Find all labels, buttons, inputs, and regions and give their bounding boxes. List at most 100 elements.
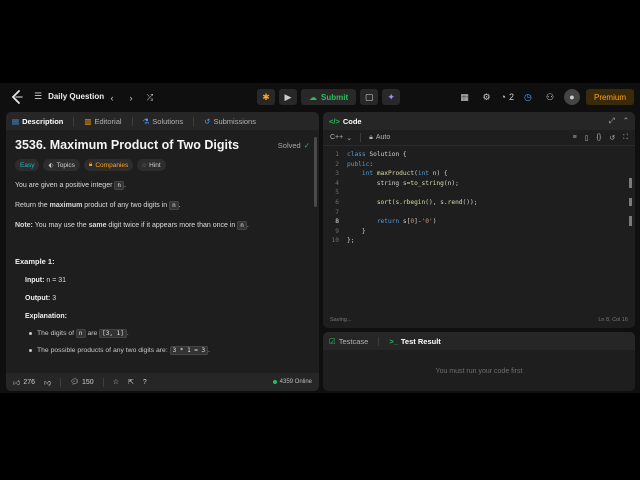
minimap-marker — [629, 216, 632, 226]
inline-code: n — [114, 181, 124, 190]
bullet-dot — [29, 349, 32, 352]
daily-question-nav[interactable]: ☰ Daily Question — [34, 91, 104, 102]
shuffle-icon[interactable]: ⤮ — [142, 90, 158, 106]
return-text: Return the — [15, 202, 48, 209]
fullscreen-icon[interactable]: ⛶ — [623, 134, 628, 142]
divider — [60, 377, 62, 387]
problem-statement: You are given a positive integer n. — [15, 181, 126, 190]
divider — [360, 133, 362, 142]
note-text-2: digit twice if it appears more than once… — [108, 222, 236, 229]
divider — [193, 116, 195, 126]
return-statement: Return the maximum product of any two di… — [15, 201, 181, 210]
braces-icon[interactable]: {} — [597, 134, 602, 142]
code-panel: </> Code ⤢ ⌃ C++ ⌄ 🔒︎ Auto ≡ ▯ {} ↺ ⛶ 1 … — [323, 112, 635, 328]
star-icon[interactable]: ☆ — [113, 378, 119, 386]
inline-code: n — [237, 221, 247, 230]
scrollbar[interactable] — [314, 137, 317, 207]
book-icon: ▥ — [84, 116, 92, 126]
tab-editorial[interactable]: ▥ Editorial — [84, 117, 121, 126]
top-bar: ☰ Daily Question ‹ › ⤮ ✱ ▶ ☁ Submit ▢ ✦ … — [0, 83, 640, 111]
line-number: 4 — [335, 179, 339, 187]
tab-testcase[interactable]: ☑ Testcase — [329, 337, 368, 346]
comments-button[interactable]: 💬︎ 150 — [70, 378, 94, 387]
timer-icon[interactable]: ◷ — [520, 89, 536, 105]
tag-icon: ⬖ — [48, 162, 54, 169]
explanation-label: Explanation: — [25, 313, 68, 320]
help-icon[interactable]: ? — [143, 379, 147, 386]
bookmark-icon[interactable]: ▯ — [585, 134, 589, 142]
code-line: 6 sort(s.rbegin(), s.rend()); — [323, 198, 635, 208]
bullet-text-2: are — [87, 330, 98, 337]
code-editor[interactable]: 1 class Solution { 2 public: 3 int maxProd… — [323, 146, 635, 246]
dislike-button[interactable]: 👎︎ — [44, 378, 51, 387]
submit-button[interactable]: ☁ Submit — [301, 89, 357, 105]
example-output: Output: 3 — [25, 295, 310, 302]
tab-test-result[interactable]: >_ Test Result — [389, 337, 440, 346]
tab-solutions-label: Solutions — [152, 116, 184, 126]
ai-assist-button[interactable]: ✦ — [382, 89, 401, 105]
code-line: 8 return s[0]-'0') — [323, 217, 635, 227]
streak-icon[interactable]: ◔ 2 — [501, 89, 514, 105]
line-number: 1 — [335, 151, 339, 158]
return-text-2: product of any two digits in — [84, 202, 168, 209]
result-panel: ☑ Testcase >_ Test Result You must run y… — [323, 332, 635, 391]
logo-icon[interactable] — [9, 89, 25, 105]
share-icon[interactable]: ⇱ — [128, 378, 134, 386]
solved-label: Solved — [277, 140, 301, 150]
page-title[interactable]: 3536. Maximum Product of Two Digits — [15, 138, 239, 152]
run-controls: ✱ ▶ ☁ Submit ▢ ✦ — [257, 89, 401, 105]
chevron-left-icon[interactable]: ‹ — [104, 90, 120, 106]
description-panel: ▤ Description ▥ Editorial ⚗ Solutions ↺ … — [6, 112, 319, 391]
result-message: You must run your code first — [435, 368, 523, 375]
online-dot — [272, 380, 277, 384]
collapse-icon[interactable]: ⌃ — [623, 116, 629, 126]
premium-button[interactable]: Premium — [585, 89, 634, 105]
code-toolbar: C++ ⌄ 🔒︎ Auto ≡ ▯ {} ↺ ⛶ — [323, 130, 635, 146]
add-user-icon[interactable]: ⚇ — [542, 89, 558, 105]
chevron-right-icon[interactable]: › — [123, 90, 139, 106]
topics-tag[interactable]: ⬖ Topics — [43, 159, 80, 171]
output-label: Output: — [25, 295, 51, 302]
comment-count: 150 — [82, 378, 94, 386]
cursor-position: Ln 8, Col 16 — [598, 317, 628, 323]
tab-description[interactable]: ▤ Description — [12, 117, 63, 126]
line-number: 9 — [335, 227, 339, 235]
run-button[interactable]: ▶ — [279, 89, 297, 105]
list-item: The digits of n are [3, 1]. — [29, 329, 310, 338]
layout-icon[interactable]: ▦ — [457, 89, 473, 105]
status-badge: Solved ✓ — [278, 141, 310, 150]
lock-icon: 🔒︎ — [88, 161, 93, 168]
reset-icon[interactable]: ↺ — [609, 134, 615, 142]
example-input: Input: n = 31 — [25, 277, 310, 284]
lock-icon: 🔒︎ — [369, 133, 373, 141]
cloud-upload-icon: ☁ — [309, 92, 317, 102]
debug-button[interactable]: ✱ — [257, 89, 275, 105]
editor-status-bar: Saving... Ln 8, Col 16 — [323, 312, 635, 328]
inline-code: [3, 1] — [99, 329, 127, 338]
expand-icon[interactable]: ⤢ — [609, 116, 615, 126]
tab-submissions[interactable]: ↺ Submissions — [204, 117, 256, 126]
inline-code: n — [169, 201, 179, 210]
line-number: 7 — [335, 208, 339, 216]
tab-test-result-label: Test Result — [400, 336, 441, 346]
tab-code-label: Code — [342, 116, 362, 126]
gear-icon[interactable]: ⚙ — [479, 89, 495, 105]
tab-testcase-label: Testcase — [338, 336, 369, 346]
tab-solutions[interactable]: ⚗ Solutions — [143, 117, 184, 126]
header-right: ▦ ⚙ ◔ 2 ◷ ⚇ ● Premium — [457, 89, 634, 105]
avatar[interactable]: ● — [563, 89, 580, 105]
statement-text: You are given a positive integer — [15, 182, 113, 189]
format-icon[interactable]: ≡ — [573, 134, 577, 142]
companies-tag[interactable]: 🔒︎ Companies — [83, 159, 134, 171]
online-count: 4359 Online — [279, 379, 312, 385]
input-label: Input: — [25, 277, 45, 284]
output-value: 3 — [52, 295, 57, 302]
checkbox-icon: ☑ — [329, 336, 336, 346]
auto-mode[interactable]: 🔒︎ Auto — [369, 134, 390, 142]
hint-tag[interactable]: ◌ Hint — [137, 159, 166, 171]
tab-code[interactable]: </> Code — [329, 117, 362, 126]
notes-button[interactable]: ▢ — [360, 89, 379, 105]
flame-icon: ◔ — [500, 92, 506, 102]
language-select[interactable]: C++ ⌄ — [330, 134, 352, 142]
like-button[interactable]: 👍︎ 276 — [13, 378, 35, 387]
